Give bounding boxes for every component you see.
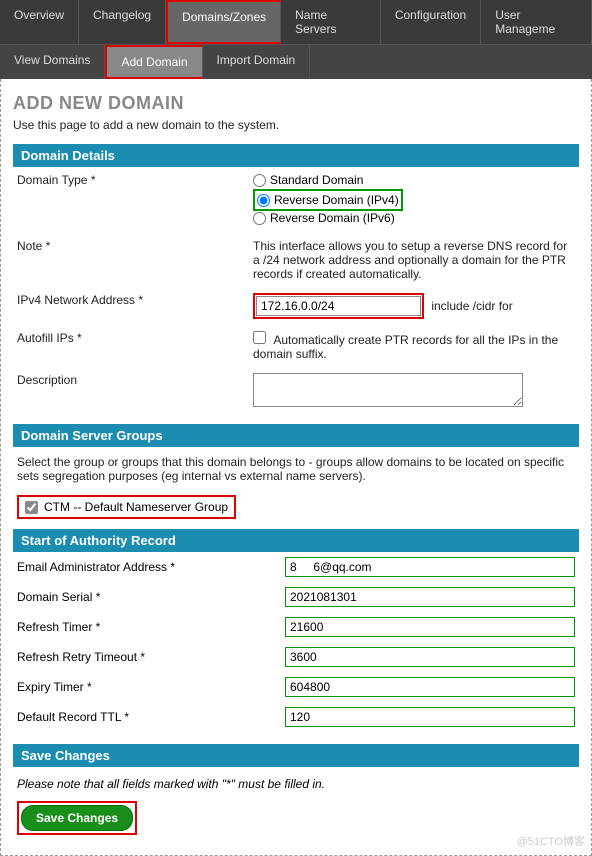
row-soa-serial: Domain Serial * (13, 582, 579, 612)
input-soa-email[interactable] (285, 557, 575, 577)
input-soa-serial[interactable] (285, 587, 575, 607)
label-note: Note * (17, 239, 253, 281)
section-soa: Start of Authority Record (13, 529, 579, 552)
section-server-groups: Domain Server Groups (13, 424, 579, 447)
label-description: Description (17, 373, 253, 410)
page-body: ADD NEW DOMAIN Use this page to add a ne… (0, 79, 592, 856)
row-description: Description (13, 367, 579, 416)
radio-reverse-ipv6-label: Reverse Domain (IPv6) (270, 211, 395, 225)
input-soa-retry[interactable] (285, 647, 575, 667)
page-subtitle: Use this page to add a new domain to the… (13, 118, 579, 132)
radio-standard-input[interactable] (253, 174, 266, 187)
group-ctm-label: CTM -- Default Nameserver Group (44, 500, 228, 514)
label-ipv4: IPv4 Network Address * (17, 293, 253, 319)
radio-reverse-ipv4-input[interactable] (257, 194, 270, 207)
row-soa-expiry: Expiry Timer * (13, 672, 579, 702)
radio-standard-label: Standard Domain (270, 173, 363, 187)
row-soa-ttl: Default Record TTL * (13, 702, 579, 732)
radio-reverse-ipv6-input[interactable] (253, 212, 266, 225)
label-soa-ttl: Default Record TTL * (17, 710, 285, 724)
input-soa-ttl[interactable] (285, 707, 575, 727)
row-soa-retry: Refresh Retry Timeout * (13, 642, 579, 672)
row-domain-type: Domain Type * Standard Domain Reverse Do… (13, 167, 579, 233)
subtab-view-domains[interactable]: View Domains (0, 45, 105, 79)
section-domain-details: Domain Details (13, 144, 579, 167)
section-save: Save Changes (13, 744, 579, 767)
input-soa-refresh[interactable] (285, 617, 575, 637)
row-ipv4: IPv4 Network Address * include /cidr for (13, 287, 579, 325)
label-domain-type: Domain Type * (17, 173, 253, 227)
note-text: This interface allows you to setup a rev… (253, 239, 575, 281)
save-changes-button[interactable]: Save Changes (21, 805, 133, 831)
row-soa-email: Email Administrator Address * (13, 552, 579, 582)
secondary-nav: View Domains Add Domain Import Domain (0, 44, 592, 79)
radio-standard-domain[interactable]: Standard Domain (253, 173, 575, 187)
row-autofill: Autofill IPs * Automatically create PTR … (13, 325, 579, 367)
group-ctm-default[interactable]: CTM -- Default Nameserver Group (17, 495, 236, 519)
watermark: @51CTO博客 (517, 833, 585, 849)
label-soa-retry: Refresh Retry Timeout * (17, 650, 285, 664)
page-title: ADD NEW DOMAIN (13, 93, 579, 114)
label-soa-expiry: Expiry Timer * (17, 680, 285, 694)
textarea-description[interactable] (253, 373, 523, 407)
checkbox-autofill[interactable] (253, 331, 266, 344)
label-autofill: Autofill IPs * (17, 331, 253, 361)
row-soa-refresh: Refresh Timer * (13, 612, 579, 642)
server-groups-help: Select the group or groups that this dom… (17, 455, 575, 483)
ipv4-hint: include /cidr for (431, 299, 512, 313)
save-note: Please note that all fields marked with … (17, 777, 575, 791)
input-ipv4[interactable] (256, 296, 421, 316)
label-soa-refresh: Refresh Timer * (17, 620, 285, 634)
tab-domains[interactable]: Domains/Zones (166, 0, 281, 44)
radio-reverse-ipv6[interactable]: Reverse Domain (IPv6) (253, 211, 575, 225)
autofill-text: Automatically create PTR records for all… (253, 333, 558, 361)
subtab-add-domain[interactable]: Add Domain (105, 45, 202, 79)
label-soa-email: Email Administrator Address * (17, 560, 285, 574)
tab-usermanagement[interactable]: User Manageme (481, 0, 592, 44)
tab-overview[interactable]: Overview (0, 0, 79, 44)
primary-nav: Overview Changelog Domains/Zones Name Se… (0, 0, 592, 44)
tab-configuration[interactable]: Configuration (381, 0, 481, 44)
radio-reverse-ipv4[interactable]: Reverse Domain (IPv4) (257, 193, 399, 207)
radio-reverse-ipv4-label: Reverse Domain (IPv4) (274, 193, 399, 207)
checkbox-group-ctm[interactable] (25, 501, 38, 514)
subtab-import-domain[interactable]: Import Domain (203, 45, 311, 79)
input-soa-expiry[interactable] (285, 677, 575, 697)
label-soa-serial: Domain Serial * (17, 590, 285, 604)
tab-nameservers[interactable]: Name Servers (281, 0, 381, 44)
row-note: Note * This interface allows you to setu… (13, 233, 579, 287)
tab-changelog[interactable]: Changelog (79, 0, 166, 44)
